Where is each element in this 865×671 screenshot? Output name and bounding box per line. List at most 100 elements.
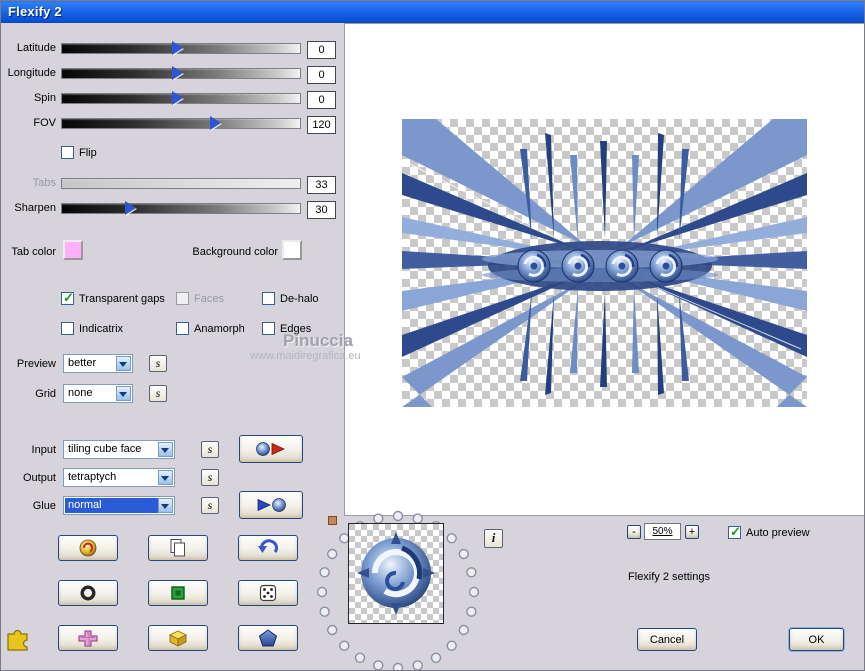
- sharpen-value[interactable]: 30: [307, 201, 336, 219]
- flip-checkbox[interactable]: Flip: [61, 146, 97, 159]
- transparent-gaps-label: Transparent gaps: [79, 292, 165, 305]
- input-s-button[interactable]: s: [201, 441, 219, 458]
- checkbox-box-icon: [176, 292, 189, 305]
- flexify-dialog: Flexify 2 Latitude 0 Longitude 0 Spin 0 …: [0, 0, 865, 671]
- glue-dropdown[interactable]: normal: [63, 496, 175, 515]
- background-color-label: Background color: [192, 246, 278, 258]
- render-back-button[interactable]: [239, 491, 303, 519]
- swirl-ball-icon: [79, 539, 97, 557]
- info-icon: i: [491, 530, 496, 545]
- checkbox-box-icon[interactable]: [61, 146, 74, 159]
- ring-button[interactable]: [58, 580, 118, 606]
- window-title: Flexify 2: [8, 4, 62, 19]
- anamorph-checkbox[interactable]: Anamorph: [176, 322, 245, 335]
- fov-label: FOV: [33, 117, 56, 129]
- output-dropdown[interactable]: tetraptych: [63, 468, 175, 487]
- grid-dropdown-value: none: [68, 387, 93, 399]
- undo-button[interactable]: [238, 535, 298, 561]
- preview-canvas[interactable]: [344, 23, 864, 516]
- puzzle-button[interactable]: [5, 625, 33, 656]
- auto-preview-checkbox[interactable]: Auto preview: [728, 524, 810, 540]
- green-square-icon: [171, 586, 185, 600]
- cross-icon: [78, 630, 98, 647]
- sharpen-label: Sharpen: [14, 202, 56, 214]
- latitude-label: Latitude: [16, 42, 56, 54]
- zoom-out-button[interactable]: -: [627, 525, 641, 539]
- fov-slider[interactable]: [61, 116, 301, 130]
- spin-slider[interactable]: [61, 91, 301, 105]
- thumbnail-swirl-image: [349, 524, 443, 623]
- slider-thumb-icon[interactable]: [172, 66, 183, 80]
- thumbnail-preview[interactable]: [348, 523, 444, 624]
- glue-dropdown-value: normal: [65, 498, 158, 513]
- ok-button[interactable]: OK: [789, 628, 844, 651]
- ring-icon: [80, 585, 96, 601]
- chevron-down-icon[interactable]: [158, 442, 173, 457]
- undo-icon: [258, 539, 278, 553]
- faces-label: Faces: [194, 292, 224, 305]
- chevron-down-icon[interactable]: [116, 386, 131, 401]
- slider-thumb-icon[interactable]: [125, 201, 136, 215]
- tabs-value: 33: [307, 176, 336, 194]
- zoom-level[interactable]: 50%: [644, 523, 681, 540]
- tabs-label: Tabs: [32, 177, 56, 189]
- preview-dropdown[interactable]: better: [63, 354, 133, 373]
- tab-color-swatch[interactable]: [63, 240, 83, 260]
- preview-dropdown-value: better: [68, 357, 97, 369]
- zoom-in-button[interactable]: +: [685, 525, 699, 539]
- spin-value[interactable]: 0: [307, 91, 336, 109]
- input-dropdown[interactable]: tiling cube face: [63, 440, 175, 459]
- preview-s-button[interactable]: s: [149, 355, 167, 372]
- background-color-swatch[interactable]: [282, 240, 302, 260]
- transparent-gaps-checkbox[interactable]: Transparent gaps: [61, 290, 165, 306]
- output-label: Output: [22, 472, 56, 484]
- dehalo-checkbox[interactable]: De-halo: [262, 292, 319, 305]
- info-button[interactable]: i: [484, 529, 503, 548]
- fov-value[interactable]: 120: [307, 116, 336, 134]
- dehalo-label: De-halo: [280, 292, 319, 305]
- checkbox-box-icon[interactable]: [262, 322, 275, 335]
- flip-label: Flip: [79, 146, 97, 159]
- output-s-button[interactable]: s: [201, 469, 219, 486]
- grid-s-button[interactable]: s: [149, 385, 167, 402]
- slider-thumb-icon[interactable]: [210, 116, 221, 130]
- latitude-value[interactable]: 0: [307, 41, 336, 59]
- checkbox-box-icon[interactable]: [262, 292, 275, 305]
- checkbox-box-icon[interactable]: [728, 524, 741, 540]
- glue-s-button[interactable]: s: [201, 497, 219, 514]
- render-forward-button[interactable]: [239, 435, 303, 463]
- checkbox-box-icon[interactable]: [61, 290, 74, 306]
- watermark-name: Pinuccia: [283, 331, 353, 350]
- dice-icon: [259, 584, 277, 602]
- slider-thumb-icon[interactable]: [172, 41, 183, 55]
- dice-button[interactable]: [238, 580, 298, 606]
- longitude-slider[interactable]: [61, 66, 301, 80]
- grid-label: Grid: [35, 388, 56, 400]
- checkbox-box-icon[interactable]: [61, 322, 74, 335]
- chevron-down-icon[interactable]: [158, 470, 173, 485]
- sharpen-slider[interactable]: [61, 201, 301, 215]
- latitude-slider[interactable]: [61, 41, 301, 55]
- auto-preview-label: Auto preview: [746, 526, 810, 539]
- checkbox-box-icon[interactable]: [176, 322, 189, 335]
- flexify-preview-image: [402, 119, 807, 407]
- grid-dropdown[interactable]: none: [63, 384, 133, 403]
- slider-thumb-icon[interactable]: [172, 91, 183, 105]
- ok-button-label: OK: [808, 633, 825, 646]
- box-button[interactable]: [148, 625, 208, 651]
- cross-button[interactable]: [58, 625, 118, 651]
- indicatrix-checkbox[interactable]: Indicatrix: [61, 322, 123, 335]
- copy-button[interactable]: [148, 535, 208, 561]
- green-square-button[interactable]: [148, 580, 208, 606]
- cancel-button[interactable]: Cancel: [637, 628, 697, 651]
- random-swirl-button[interactable]: [58, 535, 118, 561]
- title-bar[interactable]: Flexify 2: [1, 1, 864, 23]
- pentagon-icon: [258, 629, 278, 647]
- longitude-value[interactable]: 0: [307, 66, 336, 84]
- plus-icon: +: [688, 525, 696, 538]
- input-dropdown-value: tiling cube face: [68, 443, 142, 455]
- chevron-down-icon[interactable]: [158, 498, 173, 513]
- pentagon-button[interactable]: [238, 625, 298, 651]
- render-play-sphere-icon: [257, 498, 286, 512]
- chevron-down-icon[interactable]: [116, 356, 131, 371]
